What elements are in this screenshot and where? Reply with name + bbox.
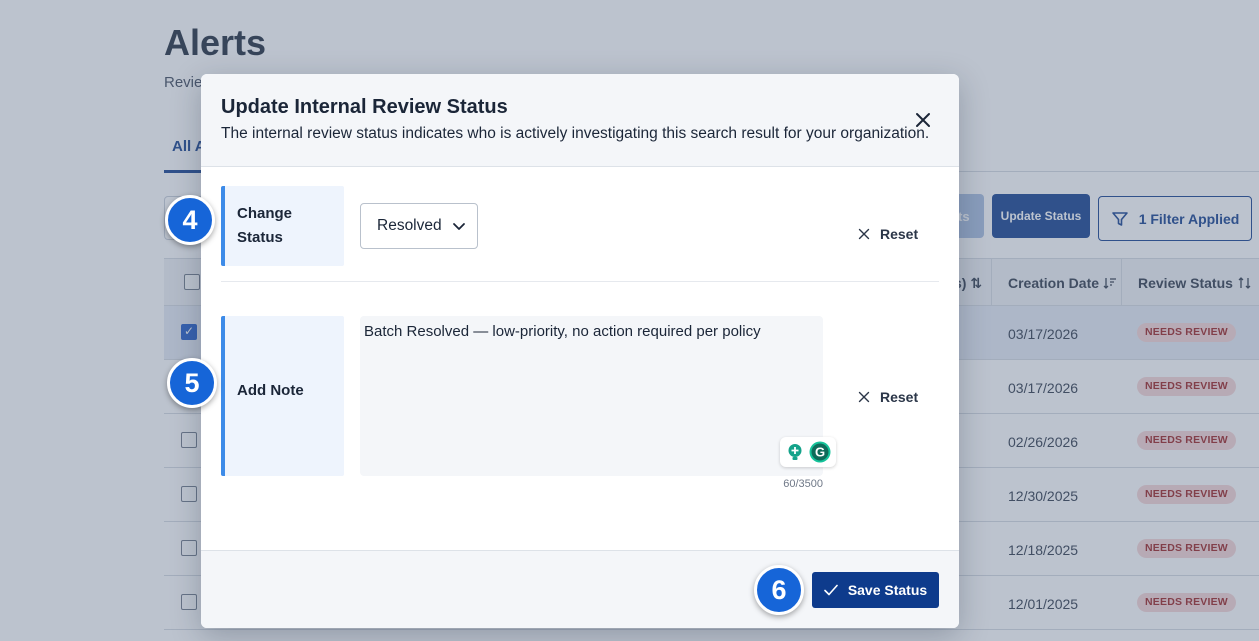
- modal-title: Update Internal Review Status: [221, 96, 508, 118]
- modal-header: Update Internal Review Status The intern…: [201, 74, 959, 167]
- change-status-label-line2: Status: [237, 229, 283, 246]
- add-note-row: Add Note Batch Resolved — low-priority, …: [221, 316, 939, 496]
- change-status-row: Change Status Resolved Reset: [221, 186, 939, 266]
- status-select[interactable]: Resolved: [360, 203, 478, 249]
- close-button[interactable]: [912, 109, 934, 131]
- reset-note-label: Reset: [880, 389, 919, 405]
- close-icon: [858, 391, 870, 403]
- step-marker-4: 4: [165, 195, 215, 245]
- chevron-down-icon: [453, 223, 465, 230]
- update-review-status-modal: Update Internal Review Status The intern…: [201, 74, 959, 628]
- save-status-button[interactable]: Save Status: [812, 572, 939, 608]
- status-select-value: Resolved: [377, 217, 442, 234]
- close-icon: [858, 228, 870, 240]
- note-textarea[interactable]: Batch Resolved — low-priority, no action…: [360, 316, 823, 476]
- character-counter: 60/3500: [783, 478, 823, 490]
- reset-note-button[interactable]: Reset: [858, 389, 918, 405]
- svg-text:G: G: [815, 445, 825, 460]
- lightbulb-icon: [788, 444, 802, 460]
- add-note-label: Add Note: [237, 382, 304, 399]
- reset-status-button[interactable]: Reset: [858, 226, 918, 242]
- save-status-label: Save Status: [847, 582, 928, 598]
- change-status-label-box: Change Status: [221, 186, 344, 266]
- reset-status-label: Reset: [880, 226, 919, 242]
- step-marker-5: 5: [167, 358, 217, 408]
- modal-footer: Save Status: [201, 550, 959, 628]
- change-status-label: Change Status: [237, 202, 292, 250]
- modal-description: The internal review status indicates who…: [221, 125, 930, 142]
- checkmark-icon: [824, 584, 838, 596]
- grammar-assistant-widget[interactable]: G: [780, 437, 836, 467]
- grammarly-icon: G: [809, 441, 831, 463]
- section-divider: [221, 281, 939, 282]
- close-icon: [916, 113, 930, 127]
- add-note-label-box: Add Note: [221, 316, 344, 476]
- change-status-label-line1: Change: [237, 205, 293, 222]
- step-marker-6: 6: [754, 565, 804, 615]
